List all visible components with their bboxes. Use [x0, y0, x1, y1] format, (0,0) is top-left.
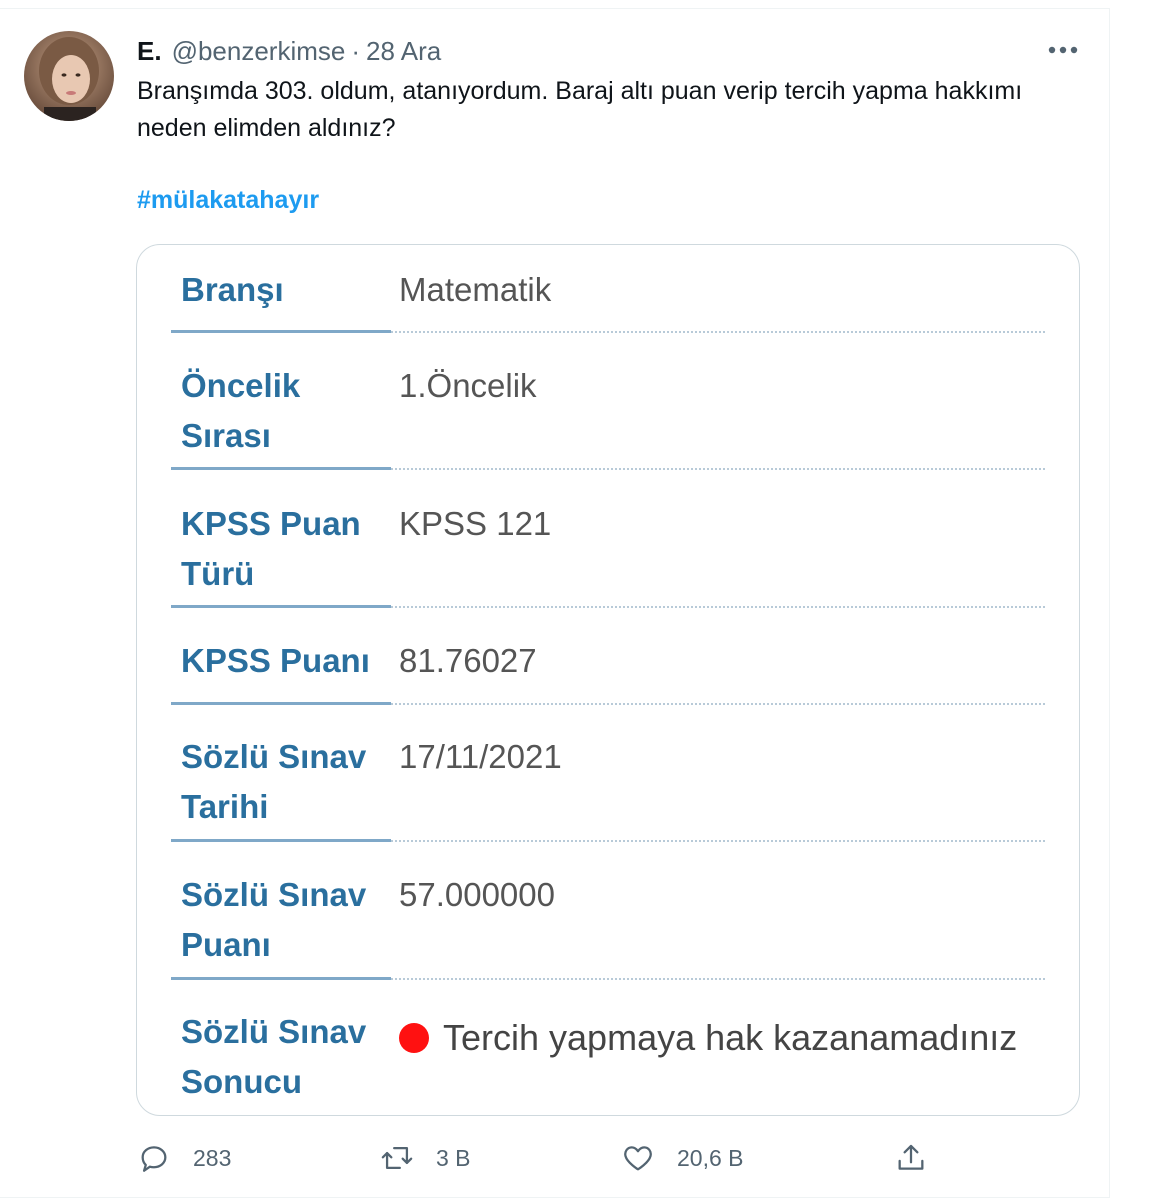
- row-value: 57.000000: [399, 876, 555, 913]
- reply-button[interactable]: 283: [137, 1138, 231, 1178]
- row-value: KPSS 121: [399, 505, 552, 542]
- row-divider: [171, 702, 1045, 705]
- row-label: KPSS Puan Türü: [181, 505, 361, 592]
- row-divider: [171, 839, 1045, 842]
- row-label: KPSS Puanı: [181, 642, 370, 679]
- status-red-dot-icon: [399, 1023, 429, 1054]
- like-count: 20,6 B: [677, 1144, 744, 1171]
- share-button[interactable]: [894, 1138, 928, 1178]
- row-value: 1.Öncelik: [399, 367, 537, 404]
- avatar-photo: [24, 31, 114, 121]
- attached-image[interactable]: Branşı Matematik Öncelik Sırası 1.Önceli…: [136, 244, 1080, 1116]
- row-label: Sözlü Sınav Sonucu: [181, 1013, 367, 1100]
- row-value: Tercih yapmaya hak kazanamadınız: [399, 1013, 1017, 1064]
- row-label: Sözlü Sınav Tarihi: [181, 738, 367, 825]
- tweet-actions: 283 3 B 20,6 B: [0, 1138, 1110, 1178]
- row-value: Matematik: [399, 271, 552, 308]
- row-label: Sözlü Sınav Puanı: [181, 876, 367, 963]
- header-separator: ·: [351, 35, 361, 66]
- retweet-count: 3 B: [436, 1144, 471, 1171]
- more-options-button[interactable]: [1043, 34, 1083, 66]
- share-icon: [898, 1144, 924, 1170]
- tweet-header: E. @benzerkimse · 28 Ara: [137, 36, 441, 66]
- row-divider: [171, 467, 1045, 470]
- tweet-date[interactable]: 28 Ara: [366, 36, 441, 67]
- row-divider: [171, 977, 1045, 980]
- row-label: Branşı: [181, 271, 284, 308]
- hashtag-link[interactable]: #mülakatahayır: [137, 186, 319, 215]
- tweet-text: Branşımda 303. oldum, atanıyordum. Baraj…: [137, 77, 1023, 142]
- row-value: 17/11/2021: [399, 738, 562, 775]
- row-divider: [171, 605, 1045, 608]
- reply-icon: [141, 1146, 167, 1172]
- retweet-icon: [381, 1146, 413, 1170]
- author-name[interactable]: E.: [137, 36, 162, 67]
- row-label: Öncelik Sırası: [181, 367, 301, 454]
- like-button[interactable]: 20,6 B: [621, 1138, 744, 1178]
- author-handle[interactable]: @benzerkimse: [172, 36, 346, 67]
- author-avatar[interactable]: [24, 31, 114, 121]
- row-divider: [171, 330, 1045, 333]
- row-value: 81.76027: [399, 642, 537, 679]
- reply-count: 283: [193, 1144, 232, 1171]
- like-icon: [624, 1146, 652, 1171]
- more-icon: [1048, 46, 1078, 54]
- retweet-button[interactable]: 3 B: [380, 1138, 471, 1178]
- status-text: Tercih yapmaya hak kazanamadınız: [443, 1017, 1018, 1058]
